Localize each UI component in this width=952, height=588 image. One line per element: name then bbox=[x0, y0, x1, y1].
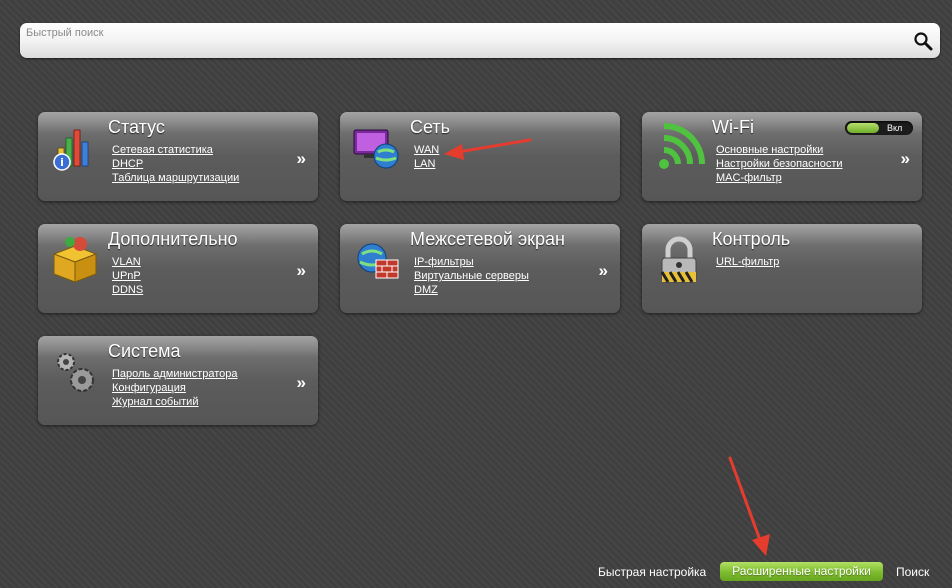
tile-firewall: Межсетевой экран IP-фильтры Виртуальные … bbox=[340, 224, 620, 313]
padlock-icon bbox=[652, 232, 706, 286]
toggle-knob bbox=[847, 123, 879, 133]
expand-arrow[interactable]: » bbox=[297, 261, 306, 281]
link-lan[interactable]: LAN bbox=[414, 158, 435, 170]
search-icon[interactable] bbox=[912, 30, 934, 52]
expand-arrow[interactable]: » bbox=[297, 149, 306, 169]
tile-title: Дополнительно bbox=[108, 229, 238, 249]
link-admin-password[interactable]: Пароль администратора bbox=[112, 368, 238, 380]
tile-title: Статус bbox=[108, 117, 165, 137]
tile-links: Пароль администратора Конфигурация Журна… bbox=[112, 366, 238, 408]
link-basic-settings[interactable]: Основные настройки bbox=[716, 144, 823, 156]
firewall-icon bbox=[350, 232, 404, 286]
tile-title: Межсетевой экран bbox=[410, 229, 565, 249]
link-virtual-servers[interactable]: Виртуальные серверы bbox=[414, 270, 529, 282]
tile-wifi: Wi-Fi Вкл Основные настройки Настройки б… bbox=[642, 112, 922, 201]
tile-links: WAN LAN bbox=[414, 142, 439, 170]
tile-links: IP-фильтры Виртуальные серверы DMZ bbox=[414, 254, 529, 296]
tile-title: Система bbox=[108, 341, 181, 361]
tile-control: Контроль URL-фильтр bbox=[642, 224, 922, 313]
tile-title: Контроль bbox=[712, 229, 791, 249]
tile-links: Сетевая статистика DHCP Таблица маршрути… bbox=[112, 142, 239, 184]
quick-search-input[interactable] bbox=[26, 25, 886, 41]
tile-title: Сеть bbox=[410, 117, 451, 137]
link-vlan[interactable]: VLAN bbox=[112, 256, 141, 268]
link-network-statistics[interactable]: Сетевая статистика bbox=[112, 144, 213, 156]
link-event-log[interactable]: Журнал событий bbox=[112, 396, 198, 408]
bar-chart-icon: i bbox=[48, 120, 102, 174]
link-dmz[interactable]: DMZ bbox=[414, 284, 438, 296]
tile-advanced: Дополнительно VLAN UPnP DDNS » bbox=[38, 224, 318, 313]
link-ip-filters[interactable]: IP-фильтры bbox=[414, 256, 474, 268]
wifi-toggle[interactable]: Вкл bbox=[845, 121, 913, 135]
link-mac-filter[interactable]: MAC-фильтр bbox=[716, 172, 782, 184]
tile-links: Основные настройки Настройки безопасност… bbox=[716, 142, 843, 184]
tile-title: Wi-Fi bbox=[712, 117, 754, 137]
link-dhcp[interactable]: DHCP bbox=[112, 158, 143, 170]
link-security-settings[interactable]: Настройки безопасности bbox=[716, 158, 843, 170]
gears-icon bbox=[48, 344, 102, 398]
tile-status: i Статус Сетевая статистика DHCP Таблица… bbox=[38, 112, 318, 201]
link-ddns[interactable]: DDNS bbox=[112, 284, 143, 296]
tile-network: Сеть WAN LAN bbox=[340, 112, 620, 201]
toggle-label: Вкл bbox=[887, 123, 903, 133]
package-box-icon bbox=[48, 232, 102, 286]
advanced-settings-button[interactable]: Расширенные настройки bbox=[720, 562, 883, 581]
expand-arrow[interactable]: » bbox=[901, 149, 910, 169]
link-configuration[interactable]: Конфигурация bbox=[112, 382, 186, 394]
tile-links: VLAN UPnP DDNS bbox=[112, 254, 143, 296]
search-link[interactable]: Поиск bbox=[896, 565, 929, 579]
quick-search-bar bbox=[20, 23, 940, 58]
annotation-arrow-advanced bbox=[728, 456, 770, 556]
link-routing-table[interactable]: Таблица маршрутизации bbox=[112, 172, 239, 184]
link-upnp[interactable]: UPnP bbox=[112, 270, 141, 282]
wifi-icon bbox=[652, 120, 706, 174]
expand-arrow[interactable]: » bbox=[599, 261, 608, 281]
link-wan[interactable]: WAN bbox=[414, 144, 439, 156]
expand-arrow[interactable]: » bbox=[297, 373, 306, 393]
network-globe-icon bbox=[350, 120, 404, 174]
quick-setup-link[interactable]: Быстрая настройка bbox=[598, 565, 706, 579]
svg-text:i: i bbox=[60, 156, 64, 169]
tile-links: URL-фильтр bbox=[716, 254, 779, 268]
tile-system: Система Пароль администратора Конфигурац… bbox=[38, 336, 318, 425]
link-url-filter[interactable]: URL-фильтр bbox=[716, 256, 779, 268]
